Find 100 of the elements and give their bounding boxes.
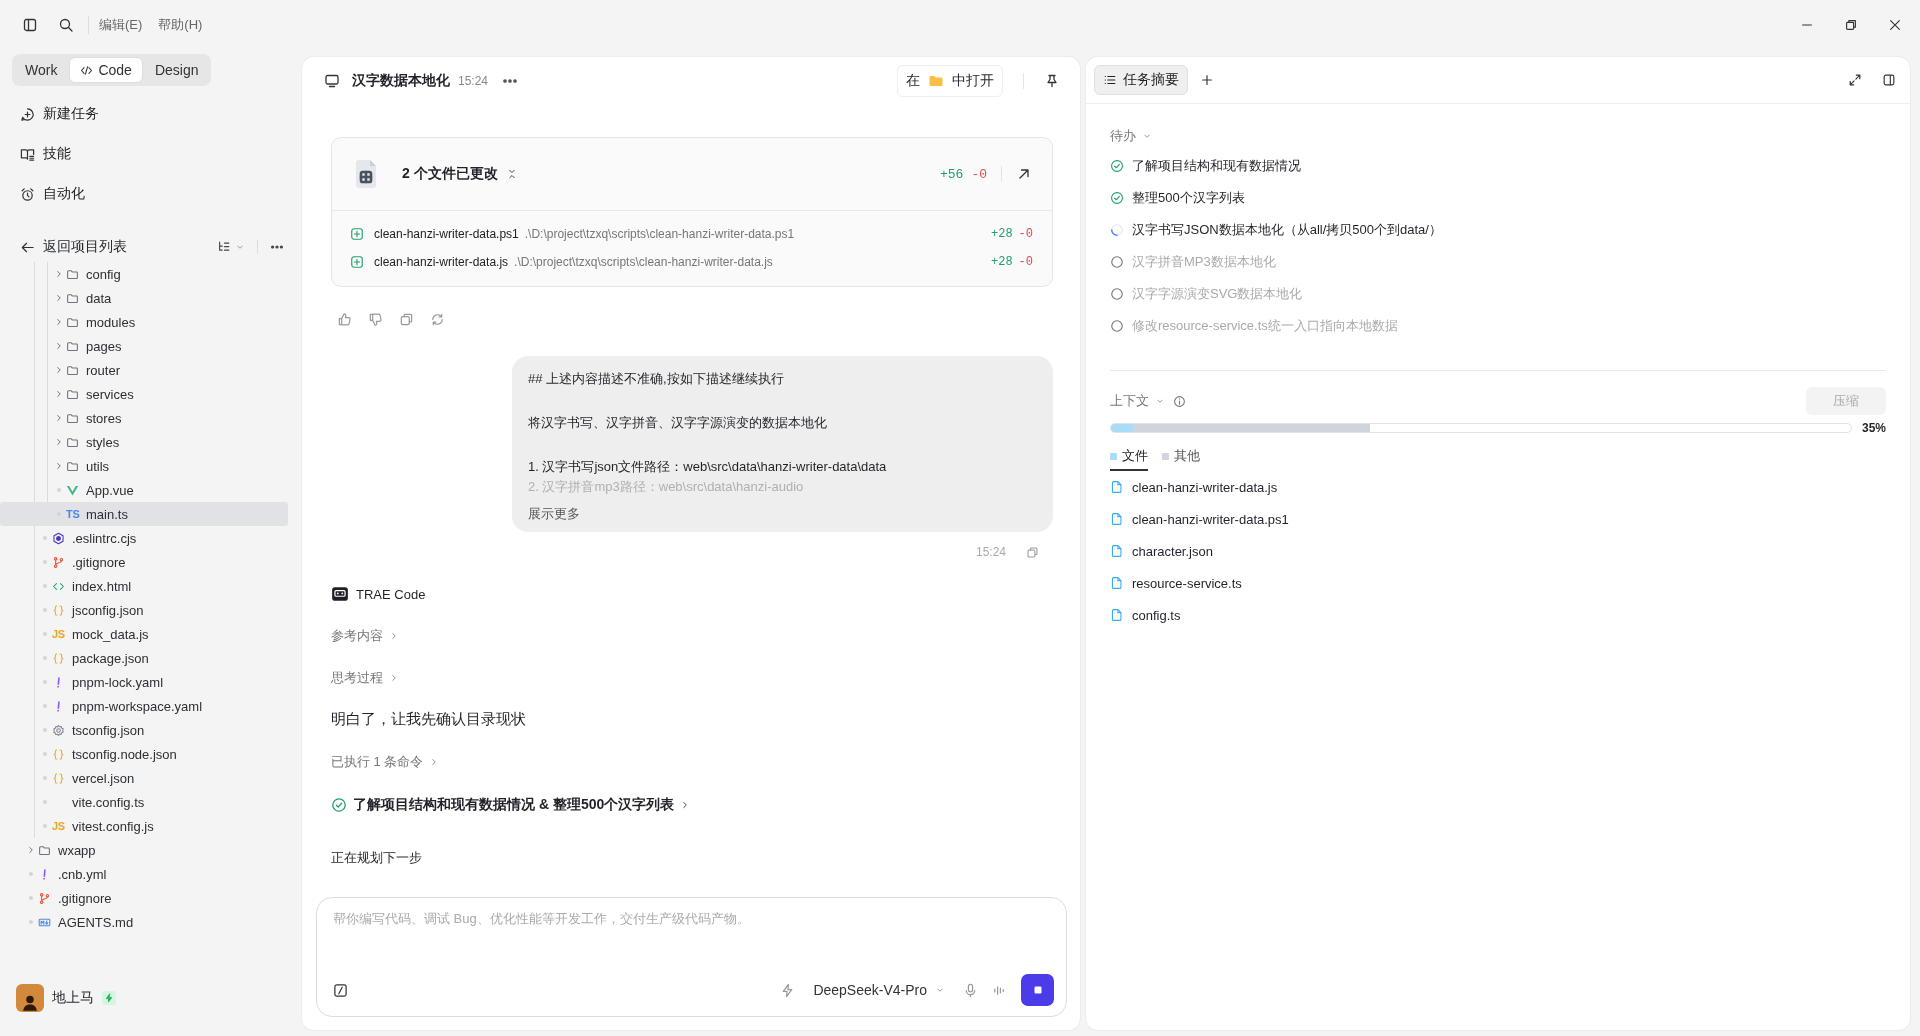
braces-icon: [52, 603, 65, 617]
file-tree-item[interactable]: pnpm-lock.yaml: [0, 670, 288, 694]
message-input[interactable]: 帮你编写代码、调试 Bug、优化性能等开发工作，交付生产级代码产物。 DeepSeek-V4-Pro: [316, 897, 1067, 1017]
context-file[interactable]: resource-service.ts: [1132, 575, 1242, 591]
menu-item[interactable]: 编辑(E): [99, 16, 143, 34]
collapsible-step[interactable]: 参考内容: [331, 624, 399, 648]
file-tree-item[interactable]: JS vitest.config.js: [0, 814, 288, 838]
show-more-link[interactable]: 展示更多: [528, 504, 1037, 524]
file-tree-item[interactable]: wxapp: [0, 838, 288, 862]
file-tree-item[interactable]: .eslintrc.cjs: [0, 526, 288, 550]
file-tree-item[interactable]: package.json: [0, 646, 288, 670]
mode-tab[interactable]: Code: [69, 57, 143, 83]
tree-view-icon[interactable]: [217, 240, 231, 254]
file-tree-item[interactable]: config: [0, 262, 288, 286]
file-tree-item[interactable]: data: [0, 286, 288, 310]
collapsible-step[interactable]: 思考过程: [331, 666, 399, 690]
model-dropdown[interactable]: DeepSeek-V4-Pro: [809, 982, 949, 998]
file-tree-item[interactable]: router: [0, 358, 288, 382]
bullet-dot: [29, 872, 33, 876]
branch-icon: [38, 891, 51, 905]
file-tree-item[interactable]: services: [0, 382, 288, 406]
pin-icon[interactable]: [1044, 73, 1060, 89]
section-toggle[interactable]: 上下文: [1110, 387, 1165, 415]
file-type-icon: JS: [52, 820, 65, 832]
menu-item[interactable]: 帮助(H): [158, 16, 203, 34]
context-file[interactable]: clean-hanzi-writer-data.js: [1132, 479, 1278, 495]
open-in-label: 在: [906, 72, 920, 90]
removed-count: -0: [1018, 227, 1033, 241]
nav-item[interactable]: 新建任务: [0, 94, 302, 134]
folder-icon: [38, 843, 51, 857]
file-tree-item[interactable]: modules: [0, 310, 288, 334]
file-tree-item[interactable]: utils: [0, 454, 288, 478]
search-icon[interactable]: [58, 17, 74, 33]
section-toggle[interactable]: 待办: [1110, 122, 1152, 150]
restore-icon[interactable]: [1844, 18, 1858, 32]
close-icon[interactable]: [1888, 18, 1902, 32]
chevron-icon: [389, 631, 399, 641]
file-tree-item[interactable]: AGENTS.md: [0, 910, 288, 934]
collapsible-step[interactable]: 已执行 1 条命令: [331, 750, 440, 774]
context-file[interactable]: config.ts: [1132, 607, 1181, 623]
file-path: .\D:\project\tzxq\scripts\clean-hanzi-writer-data.js: [514, 255, 773, 269]
app-logo-icon: [331, 585, 349, 603]
open-in-button[interactable]: 在 中打开: [897, 65, 1003, 97]
file-tree-item[interactable]: vite.config.ts: [0, 790, 288, 814]
file-tree-item[interactable]: tsconfig.json: [0, 718, 288, 742]
plus-icon[interactable]: [1200, 73, 1214, 87]
sidebar-toggle-icon[interactable]: [22, 17, 38, 33]
panel-toggle-icon[interactable]: [1882, 73, 1896, 87]
changed-file-name[interactable]: clean-hanzi-writer-data.ps1: [374, 227, 519, 241]
file-type-icon: JS: [52, 628, 65, 640]
file-tree-item[interactable]: .gitignore: [0, 886, 288, 910]
new-chat-icon: [20, 106, 35, 122]
file-tree-item[interactable]: vercel.json: [0, 766, 288, 790]
file-tree-item[interactable]: TS main.ts: [0, 502, 288, 526]
microphone-icon[interactable]: [963, 982, 978, 998]
mode-tab[interactable]: Work: [15, 57, 68, 83]
panel-tab[interactable]: 任务摘要: [1094, 65, 1188, 95]
completed-task-step[interactable]: 了解项目结构和现有数据情况 & 整理500个汉字列表: [331, 792, 691, 818]
file-tree-item[interactable]: .gitignore: [0, 550, 288, 574]
expand-icon[interactable]: [1848, 73, 1862, 87]
file-tree-item[interactable]: pnpm-workspace.yaml: [0, 694, 288, 718]
legend-tab[interactable]: 文件: [1110, 443, 1148, 471]
message-time: 15:24: [975, 545, 1006, 559]
file-tree-item[interactable]: styles: [0, 430, 288, 454]
file-tree-item[interactable]: tsconfig.node.json: [0, 742, 288, 766]
file-tree-item[interactable]: pages: [0, 334, 288, 358]
file-tree-item[interactable]: index.html: [0, 574, 288, 598]
status-text: 正在规划下一步: [331, 849, 423, 867]
folder-icon: [66, 459, 79, 473]
stop-button[interactable]: [1021, 974, 1054, 1006]
file-path: .\D:\project\tzxq\scripts\clean-hanzi-writer-data.ps1: [524, 227, 795, 241]
file-icon: [1110, 608, 1124, 622]
thumbs-down-icon[interactable]: [368, 311, 383, 327]
empty-circle-icon: [1110, 287, 1124, 301]
bullet-dot: [43, 776, 47, 780]
chat-time: 15:24: [458, 74, 489, 88]
avatar[interactable]: [16, 984, 44, 1012]
refresh-icon[interactable]: [430, 311, 445, 327]
nav-item[interactable]: 技能: [0, 134, 302, 174]
slash-command-icon[interactable]: [333, 982, 348, 998]
back-link[interactable]: 返回项目列表: [20, 238, 217, 256]
file-tree-item[interactable]: App.vue: [0, 478, 288, 502]
message-text: ## 上述内容描述不准确,按如下描述继续执行: [528, 370, 785, 388]
copy-icon[interactable]: [399, 311, 414, 327]
info-icon[interactable]: [1173, 394, 1186, 408]
braces-icon: [52, 651, 65, 665]
legend-tab[interactable]: 其他: [1162, 443, 1200, 471]
thumbs-up-icon[interactable]: [337, 311, 352, 327]
file-tree-item[interactable]: JS mock_data.js: [0, 622, 288, 646]
file-tree-item[interactable]: .cnb.yml: [0, 862, 288, 886]
changed-file-name[interactable]: clean-hanzi-writer-data.js: [374, 255, 509, 269]
file-tree-item[interactable]: jsconfig.json: [0, 598, 288, 622]
file-tree-item[interactable]: stores: [0, 406, 288, 430]
mode-tab[interactable]: Design: [144, 57, 209, 83]
file-icon: [1110, 512, 1124, 526]
nav-item[interactable]: 自动化: [0, 174, 302, 214]
context-file[interactable]: clean-hanzi-writer-data.ps1: [1132, 511, 1289, 527]
copy-icon[interactable]: [1026, 545, 1039, 559]
folder-icon: [66, 267, 79, 281]
context-file[interactable]: character.json: [1132, 543, 1213, 559]
